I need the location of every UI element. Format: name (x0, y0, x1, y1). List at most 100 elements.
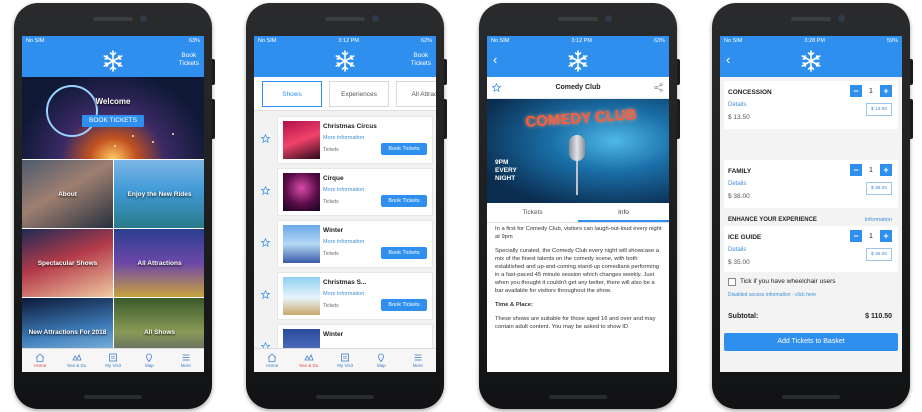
ticket-line-ice-guide: ICE GUIDE − 1 + Details $ 35.00 $ 35.00 (724, 226, 898, 272)
favourite-star-icon[interactable] (261, 186, 270, 195)
tile-new-rides[interactable]: Enjoy the New Rides (114, 160, 204, 228)
category-experiences[interactable]: Experiences (329, 81, 389, 107)
tab-see-do[interactable]: See & Do (58, 349, 94, 372)
show-name: Christmas Circus (323, 123, 377, 130)
show-card[interactable]: Cirque More information Tickets Book Tic… (278, 169, 432, 215)
description-paragraph: Specially curated, the Comedy Club every… (495, 248, 660, 294)
more-information-link[interactable]: More information (323, 291, 364, 297)
back-arrow-icon[interactable]: ‹ (726, 53, 730, 67)
light-spark (152, 141, 154, 143)
map-pin-icon (376, 353, 386, 362)
light-spark (132, 135, 134, 137)
phone-shows: No SIM 3:12 PM 62% Book Tickets Shows Ex… (246, 3, 447, 409)
disabled-access-link[interactable]: Disabled access information - click here (728, 292, 816, 298)
app-header: ‹ (487, 45, 669, 77)
ticket-name: FAMILY (728, 168, 752, 175)
increment-button[interactable]: + (880, 230, 892, 242)
tab-info[interactable]: Info (578, 203, 669, 222)
favourite-star-icon[interactable] (261, 134, 270, 143)
show-card[interactable]: Christmas S... More information Tickets … (278, 273, 432, 319)
details-link[interactable]: Details (728, 102, 746, 108)
microphone-image (569, 135, 585, 161)
show-card[interactable]: Christmas Circus More information Ticket… (278, 117, 432, 163)
show-thumbnail (283, 121, 320, 159)
home-icon (267, 353, 277, 362)
snowflake-logo-icon[interactable] (333, 49, 357, 73)
book-tickets-link[interactable]: Book Tickets (411, 52, 431, 68)
carrier-label: No SIM (26, 37, 45, 44)
wheelchair-checkbox[interactable] (728, 278, 736, 286)
snowflake-logo-icon[interactable] (101, 49, 125, 73)
enhance-title: ENHANCE YOUR EXPERIENCE (728, 217, 817, 223)
favourite-star-icon[interactable] (261, 290, 270, 299)
home-screen: No SIM 63% Book Tickets Welcome BOOK TIC… (22, 36, 204, 372)
more-information-link[interactable]: More information (323, 187, 364, 193)
tile-spectacular-shows[interactable]: Spectacular Shows (22, 229, 113, 297)
mic-stand (576, 161, 578, 195)
book-tickets-button[interactable]: BOOK TICKETS (82, 115, 144, 127)
side-button (910, 59, 913, 85)
ticket-line-family: FAMILY − 1 + Details $ 38.00 $ 38.00 (724, 160, 898, 208)
tab-home[interactable]: Home (254, 349, 290, 372)
shows-screen: No SIM 3:12 PM 62% Book Tickets Shows Ex… (254, 36, 436, 372)
quantity-value: 1 (869, 232, 873, 240)
tab-see-do[interactable]: See & Do (290, 349, 326, 372)
more-information-link[interactable]: More information (323, 135, 364, 141)
increment-button[interactable]: + (880, 164, 892, 176)
app-header: Book Tickets (254, 45, 436, 77)
section-heading: Time & Place: (495, 302, 533, 308)
battery-label: 63% (653, 37, 665, 44)
book-tickets-button[interactable]: Book Tickets (381, 143, 427, 155)
book-tickets-line2: Tickets (178, 60, 199, 67)
tab-map[interactable]: Map (363, 349, 399, 372)
decrement-button[interactable]: − (850, 85, 862, 97)
tab-label: More (412, 363, 423, 368)
show-card[interactable]: Winter More information Tickets Book Tic… (278, 221, 432, 267)
my-visit-icon (340, 353, 350, 362)
speaker-grille (93, 17, 133, 21)
tile-about[interactable]: About (22, 160, 113, 228)
quantity-stepper: − 1 + (850, 164, 892, 176)
tab-label: See & Do (298, 363, 319, 368)
detail-tabs: Tickets Info (487, 203, 669, 223)
book-tickets-button[interactable]: Book Tickets (381, 195, 427, 207)
tab-my-visit[interactable]: My Visit (95, 349, 131, 372)
poster-schedule: 9PM EVERY NIGHT (495, 159, 517, 183)
see-do-icon (304, 353, 314, 362)
details-link[interactable]: Details (728, 181, 746, 187)
book-tickets-button[interactable]: Book Tickets (381, 247, 427, 259)
tab-more[interactable]: More (168, 349, 204, 372)
poster-line: EVERY (495, 167, 517, 174)
app-showcase: No SIM 63% Book Tickets Welcome BOOK TIC… (0, 0, 922, 412)
detail-description: In a first for Comedy Club, visitors can… (495, 225, 663, 337)
back-arrow-icon[interactable]: ‹ (493, 53, 497, 67)
decrement-button[interactable]: − (850, 164, 862, 176)
add-to-basket-button[interactable]: Add Tickets to Basket (724, 333, 898, 351)
tab-more[interactable]: More (400, 349, 436, 372)
share-icon[interactable] (654, 83, 663, 92)
time-label: 3:28 PM (804, 37, 825, 44)
tile-all-attractions[interactable]: All Attractions (114, 229, 204, 297)
tab-tickets[interactable]: Tickets (487, 203, 578, 222)
category-all-attractions[interactable]: All Attracti (396, 81, 436, 107)
speaker-grille (558, 17, 598, 21)
quantity-stepper: − 1 + (850, 230, 892, 242)
information-link[interactable]: Information (864, 217, 892, 223)
tab-home[interactable]: Home (22, 349, 58, 372)
decrement-button[interactable]: − (850, 230, 862, 242)
increment-button[interactable]: + (880, 85, 892, 97)
tab-label: Home (34, 363, 47, 368)
book-tickets-link[interactable]: Book Tickets (179, 52, 199, 68)
more-information-link[interactable]: More information (323, 239, 364, 245)
tab-my-visit[interactable]: My Visit (327, 349, 363, 372)
snowflake-logo-icon[interactable] (799, 49, 823, 73)
details-link[interactable]: Details (728, 247, 746, 253)
category-shows[interactable]: Shows (262, 81, 322, 107)
detail-title: Comedy Club (555, 84, 601, 91)
tab-map[interactable]: Map (131, 349, 167, 372)
favourite-star-icon[interactable] (261, 238, 270, 247)
book-tickets-button[interactable]: Book Tickets (381, 299, 427, 311)
show-name: Winter (323, 331, 344, 338)
snowflake-logo-icon[interactable] (566, 49, 590, 73)
show-card[interactable]: Winter (278, 325, 432, 348)
